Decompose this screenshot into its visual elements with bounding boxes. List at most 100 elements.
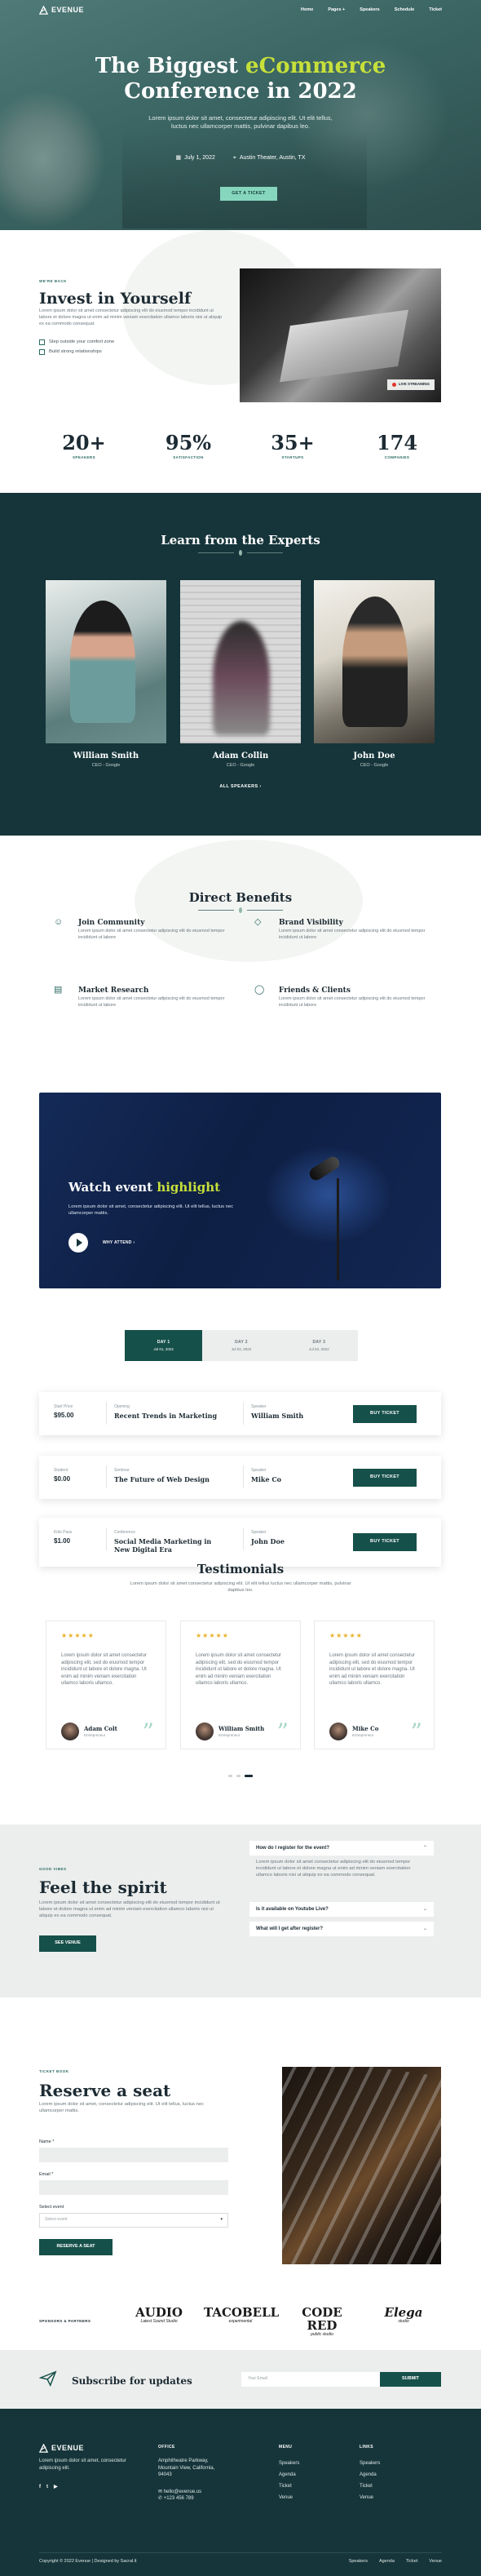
session-title: Social Media Marketing in New Digital Er… bbox=[114, 1537, 212, 1554]
buy-ticket-button[interactable]: BUY TICKET bbox=[353, 1533, 417, 1551]
stars-icon: ★★★★★ bbox=[329, 1632, 363, 1639]
why-attend-link[interactable]: WHY ATTEND › bbox=[103, 1240, 135, 1246]
main-menu: Home Pages + Speakers Schedule Ticket bbox=[301, 7, 442, 14]
footer-bottom-links: Speakers Agenda Ticket Venue bbox=[349, 2559, 442, 2565]
youtube-icon[interactable]: ▶ bbox=[54, 2484, 58, 2491]
carousel-dot-active[interactable] bbox=[245, 1775, 253, 1777]
play-button[interactable] bbox=[68, 1233, 88, 1253]
faq-question[interactable]: What will I get after register? ⌄ bbox=[249, 1922, 434, 1936]
footer-link[interactable]: Venue bbox=[279, 2492, 299, 2503]
social-links: f t ▶ bbox=[39, 2484, 58, 2491]
speaker-photo[interactable] bbox=[180, 580, 301, 743]
session-title: The Future of Web Design bbox=[114, 1475, 210, 1484]
invest-section: WE'RE BACK Invest in Yourself Lorem ipsu… bbox=[0, 230, 481, 493]
ticket-price: $1.00 bbox=[54, 1537, 71, 1545]
see-venue-button[interactable]: SEE VENUE bbox=[39, 1935, 96, 1952]
leaf-icon bbox=[239, 907, 242, 913]
footer-link[interactable]: Ticket bbox=[406, 2559, 417, 2565]
ticket-price: $0.00 bbox=[54, 1475, 71, 1483]
diamond-icon: ◇ bbox=[254, 917, 262, 927]
footer-link[interactable]: Ticket bbox=[279, 2481, 299, 2492]
footer-logo[interactable]: EVENUE bbox=[39, 2443, 84, 2454]
avatar bbox=[61, 1723, 79, 1740]
video-banner: Watch event highlight Lorem ipsum dolor … bbox=[39, 1093, 441, 1288]
faq-answer: Lorem ipsum dolor sit amet consectetur a… bbox=[256, 1860, 411, 1878]
subscribe-email-input[interactable]: Your Email bbox=[241, 2372, 380, 2387]
hero-section: EVENUE Home Pages + Speakers Schedule Ti… bbox=[0, 0, 481, 230]
tab-day-1[interactable]: DAY 1 Jul 01, 2022 bbox=[125, 1330, 203, 1361]
name-field[interactable] bbox=[39, 2148, 228, 2162]
stats-row: 20+ SPEAKERS 95% SATISFACTION 35+ STARTUPS … bbox=[39, 432, 442, 461]
title-divider bbox=[198, 549, 283, 556]
event-label: Select event bbox=[39, 2205, 64, 2210]
speaker-name[interactable]: William Smith bbox=[46, 751, 166, 763]
check-icon bbox=[39, 339, 45, 345]
speaker-photo[interactable] bbox=[46, 580, 166, 743]
footer-link[interactable]: Ticket bbox=[360, 2481, 380, 2492]
sponsor-logo[interactable]: TACOBELL experimental bbox=[204, 2306, 279, 2324]
carousel-dot[interactable] bbox=[228, 1775, 232, 1777]
speaker-name[interactable]: John Doe bbox=[314, 751, 435, 763]
brand-logo[interactable]: EVENUE bbox=[39, 5, 84, 16]
footer-link[interactable]: Speakers bbox=[349, 2559, 368, 2565]
buy-ticket-button[interactable]: BUY TICKET bbox=[353, 1405, 417, 1423]
submit-button[interactable]: SUBMIT bbox=[380, 2372, 441, 2387]
logo-icon bbox=[39, 2444, 48, 2453]
nav-speakers[interactable]: Speakers bbox=[360, 7, 379, 14]
hero-subtitle: Lorem ipsum dolor sit amet, consectetur … bbox=[148, 114, 333, 130]
tab-day-2[interactable]: DAY 2 Jul 02, 2022 bbox=[202, 1330, 280, 1361]
leaf-icon bbox=[239, 549, 242, 556]
all-speakers-link[interactable]: ALL SPEAKERS › bbox=[0, 784, 481, 791]
stat-item: 174 COMPANIES bbox=[376, 431, 418, 460]
footer-text: Lorem ipsum dolor sit amet, consectetur … bbox=[39, 2459, 126, 2471]
quote-icon: ” bbox=[142, 1718, 154, 1745]
title-divider bbox=[198, 907, 283, 913]
event-date: July 1, 2022 bbox=[184, 155, 215, 161]
facebook-icon[interactable]: f bbox=[39, 2484, 41, 2491]
footer-phone[interactable]: +123 456 789 bbox=[164, 2496, 194, 2501]
testimonials-text: Lorem ipsum dolor sit amet consectetur a… bbox=[130, 1581, 351, 1593]
get-ticket-button[interactable]: GET A TICKET bbox=[220, 187, 277, 201]
benefits-title: Direct Benefits bbox=[188, 890, 293, 905]
faq-question-open[interactable]: How do I register for the event? ⌃ bbox=[249, 1841, 434, 1856]
footer-link[interactable]: Agenda bbox=[279, 2469, 299, 2481]
sponsor-logo[interactable]: AUDIO Latest Sound Studio bbox=[130, 2306, 188, 2324]
copyright: Copyright © 2022 Evenue | Designed by Sa… bbox=[39, 2559, 137, 2564]
nav-schedule[interactable]: Schedule bbox=[395, 7, 414, 14]
faq-question[interactable]: Is it available on Youtube Live? ⌄ bbox=[249, 1902, 434, 1917]
tab-day-3[interactable]: DAY 3 Jul 03, 2022 bbox=[280, 1330, 358, 1361]
footer-link[interactable]: Venue bbox=[429, 2559, 442, 2565]
nav-pages[interactable]: Pages + bbox=[328, 7, 345, 14]
footer-link[interactable]: Agenda bbox=[360, 2469, 380, 2481]
speaker-name: William Smith bbox=[251, 1412, 304, 1421]
nav-home[interactable]: Home bbox=[301, 7, 313, 14]
chat-icon: ◯ bbox=[254, 985, 265, 995]
speaker-name[interactable]: Adam Collin bbox=[180, 751, 301, 763]
event-place: Austin Theater, Austin, TX bbox=[239, 155, 306, 161]
name-label: Name * bbox=[39, 2139, 55, 2144]
sponsor-logo[interactable]: CODE RED public studio bbox=[285, 2306, 359, 2337]
speaker-name: Mike Co bbox=[251, 1475, 282, 1484]
email-field[interactable] bbox=[39, 2180, 228, 2195]
event-select[interactable]: Select event ▾ bbox=[39, 2213, 228, 2228]
buy-ticket-button[interactable]: BUY TICKET bbox=[353, 1469, 417, 1487]
reserve-seat-button[interactable]: RESERVE A SEAT bbox=[39, 2239, 113, 2255]
footer-link[interactable]: Venue bbox=[360, 2492, 380, 2503]
footer-email[interactable]: hello@evenue.us bbox=[164, 2490, 201, 2494]
experts-title: Learn from the Experts bbox=[161, 533, 320, 548]
twitter-icon[interactable]: t bbox=[46, 2484, 48, 2491]
footer: EVENUE Lorem ipsum dolor sit amet, conse… bbox=[0, 2409, 481, 2576]
nav-ticket[interactable]: Ticket bbox=[429, 7, 442, 14]
footer-link[interactable]: Agenda bbox=[379, 2559, 395, 2565]
footer-link[interactable]: Speakers bbox=[279, 2458, 299, 2469]
stars-icon: ★★★★★ bbox=[196, 1632, 229, 1639]
footer-link[interactable]: Speakers bbox=[360, 2458, 380, 2469]
carousel-dot[interactable] bbox=[236, 1775, 240, 1777]
sponsor-logo[interactable]: Elega studio bbox=[375, 2306, 432, 2324]
chevron-down-icon: ▾ bbox=[220, 2217, 223, 2223]
testimonials-title: Testimonials bbox=[196, 1562, 285, 1576]
speaker-role: CEO - Google bbox=[226, 763, 255, 768]
speaker-photo[interactable] bbox=[314, 580, 435, 743]
check-item: Build strong relationships bbox=[39, 348, 102, 355]
stars-icon: ★★★★★ bbox=[61, 1632, 95, 1639]
